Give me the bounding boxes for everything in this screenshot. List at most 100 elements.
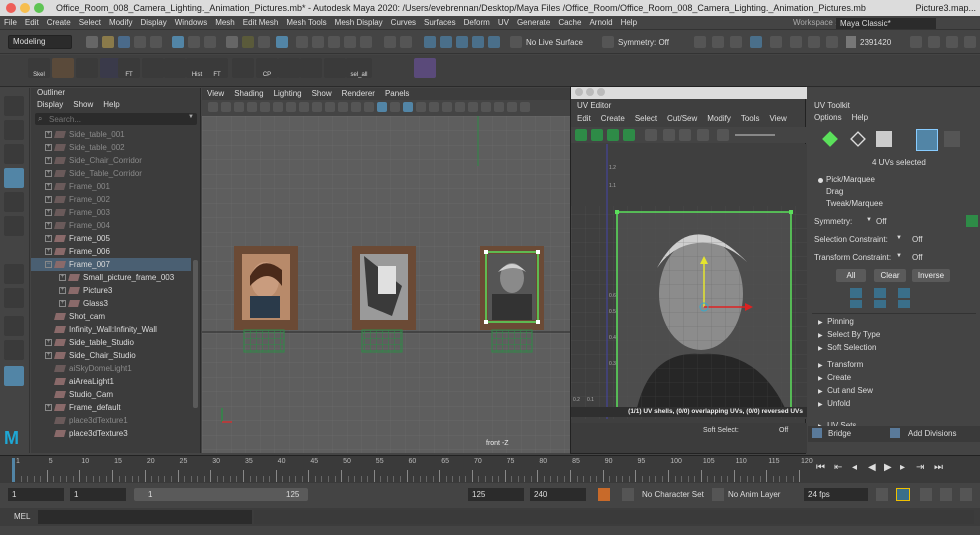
- uv-menu-create[interactable]: Create: [601, 114, 625, 123]
- uv-menu-edit[interactable]: Edit: [577, 114, 591, 123]
- input-line-icon[interactable]: [694, 36, 706, 48]
- curve-tool-icon[interactable]: [278, 58, 300, 78]
- field-chart-icon[interactable]: [338, 102, 348, 112]
- viewport-menu-shading[interactable]: Shading: [229, 88, 268, 100]
- freeze-shelf-button-2[interactable]: FT: [206, 58, 228, 78]
- uv-canvas[interactable]: [571, 144, 807, 419]
- section-select-by-type[interactable]: ▶ Select By Type: [818, 330, 880, 339]
- rotate-tool-icon[interactable]: [4, 192, 24, 212]
- snap-view-plane-icon[interactable]: [344, 36, 356, 48]
- uv-grid-icon[interactable]: [697, 129, 709, 141]
- select-object-icon[interactable]: [188, 36, 200, 48]
- section-transform[interactable]: ▶ Transform: [818, 360, 863, 369]
- hypershade-toggle-icon[interactable]: [790, 36, 802, 48]
- sign-in-icon[interactable]: [826, 36, 838, 48]
- grease-pencil-icon[interactable]: [273, 102, 283, 112]
- attribute-editor-icon[interactable]: [928, 36, 940, 48]
- outliner-scrollbar[interactable]: [193, 260, 198, 408]
- uv-component-face-icon[interactable]: [876, 131, 892, 147]
- uv-image-icon[interactable]: [645, 129, 657, 141]
- menu-arnold[interactable]: Arnold: [585, 16, 616, 29]
- skeleton-shelf-button[interactable]: Skel: [28, 58, 50, 78]
- menu-display[interactable]: Display: [137, 16, 171, 29]
- show-manipulator-icon[interactable]: [4, 264, 24, 284]
- outliner-item[interactable]: aiAreaLight1: [31, 375, 191, 388]
- uv-bar-icon[interactable]: [591, 129, 603, 141]
- crosshair-icon[interactable]: [142, 58, 164, 78]
- expand-toggle-icon[interactable]: +: [45, 248, 52, 255]
- selection-constraint-dropdown-icon[interactable]: ▼: [896, 235, 902, 241]
- wave-curve-icon[interactable]: [232, 58, 254, 78]
- outliner-item[interactable]: aiSkyDomeLight1: [31, 362, 191, 375]
- menu-surfaces[interactable]: Surfaces: [420, 16, 460, 29]
- select-shell-border-icon[interactable]: [850, 288, 862, 298]
- menu-modify[interactable]: Modify: [105, 16, 137, 29]
- uv-component-edge-icon[interactable]: [850, 131, 866, 147]
- uv-close-icon[interactable]: [575, 88, 583, 96]
- menu-mesh[interactable]: Mesh: [211, 16, 239, 29]
- viewport-menu-view[interactable]: View: [202, 88, 229, 100]
- current-time-marker[interactable]: [12, 458, 15, 482]
- close-window-icon[interactable]: [6, 3, 16, 13]
- outliner-item[interactable]: + Side_table_001: [31, 128, 191, 141]
- uv-zoom-icon[interactable]: [597, 88, 605, 96]
- select-by-handle-icon[interactable]: [226, 36, 238, 48]
- play-forward-icon[interactable]: ▶: [884, 462, 892, 473]
- ambient-occlusion-icon[interactable]: [455, 102, 465, 112]
- expand-toggle-icon[interactable]: +: [45, 170, 52, 177]
- select-loop-icon[interactable]: [850, 300, 862, 308]
- arnold-render-icon[interactable]: [488, 36, 500, 48]
- render-settings-icon[interactable]: [440, 36, 452, 48]
- isolate-select-icon[interactable]: [494, 102, 504, 112]
- auto-key-icon[interactable]: [598, 488, 610, 501]
- layout-icon[interactable]: [4, 366, 24, 386]
- camera-select-icon[interactable]: [208, 102, 218, 112]
- outliner-item[interactable]: + Frame_002: [31, 193, 191, 206]
- bridge-button[interactable]: Bridge: [828, 429, 851, 438]
- transform-constraint-dropdown-icon[interactable]: ▼: [896, 253, 902, 259]
- resolution-gate-icon[interactable]: [312, 102, 322, 112]
- xray-icon[interactable]: [507, 102, 517, 112]
- selection-constraint-value[interactable]: Off: [912, 235, 923, 244]
- 2d-pan-icon[interactable]: [260, 102, 270, 112]
- uv-toolkit-menu-options[interactable]: Options: [814, 113, 842, 122]
- four-view-icon[interactable]: [4, 316, 24, 336]
- pen-tool-icon[interactable]: [300, 58, 322, 78]
- add-divisions-icon[interactable]: [890, 428, 900, 438]
- minimize-window-icon[interactable]: [20, 3, 30, 13]
- sound-icon[interactable]: [920, 488, 932, 501]
- outliner-item[interactable]: + Frame_003: [31, 206, 191, 219]
- snap-together-icon[interactable]: [712, 36, 724, 48]
- render-view-icon[interactable]: [472, 36, 484, 48]
- wireframe-icon[interactable]: [377, 102, 387, 112]
- zoom-window-icon[interactable]: [34, 3, 44, 13]
- uv-component-vertex-icon[interactable]: [822, 131, 838, 147]
- hypershade-icon[interactable]: [456, 36, 468, 48]
- expand-toggle-icon[interactable]: +: [45, 352, 52, 359]
- two-panel-icon[interactable]: [4, 340, 24, 360]
- multisample-icon[interactable]: [481, 102, 491, 112]
- expand-toggle-icon[interactable]: +: [45, 209, 52, 216]
- outliner-item[interactable]: + Side_table_002: [31, 141, 191, 154]
- workspace-select[interactable]: Maya Classic*: [836, 18, 936, 29]
- symmetry-label[interactable]: Symmetry: Off: [618, 38, 669, 47]
- section-unfold[interactable]: ▶ Unfold: [818, 399, 850, 408]
- uv-minimize-icon[interactable]: [586, 88, 594, 96]
- snap-point-icon[interactable]: [328, 36, 340, 48]
- render-region-icon[interactable]: [730, 36, 742, 48]
- uv-menu-select[interactable]: Select: [635, 114, 657, 123]
- film-gate-icon[interactable]: [299, 102, 309, 112]
- lasso-tool-icon[interactable]: [4, 120, 24, 140]
- select-inverse-button[interactable]: Inverse: [912, 269, 950, 282]
- construction-history-icon[interactable]: [384, 36, 396, 48]
- menu-file[interactable]: File: [0, 16, 21, 29]
- menu-mesh-display[interactable]: Mesh Display: [331, 16, 387, 29]
- render-sequence-icon[interactable]: [770, 36, 782, 48]
- uv-shell-select-icon[interactable]: [916, 129, 938, 151]
- user-icon[interactable]: [846, 36, 856, 48]
- range-slider[interactable]: 1 125: [134, 488, 308, 501]
- outliner-menu-display[interactable]: Display: [37, 99, 63, 110]
- menu-curves[interactable]: Curves: [387, 16, 420, 29]
- soft-select-value[interactable]: Off: [779, 427, 788, 434]
- tool-settings-icon[interactable]: [946, 36, 958, 48]
